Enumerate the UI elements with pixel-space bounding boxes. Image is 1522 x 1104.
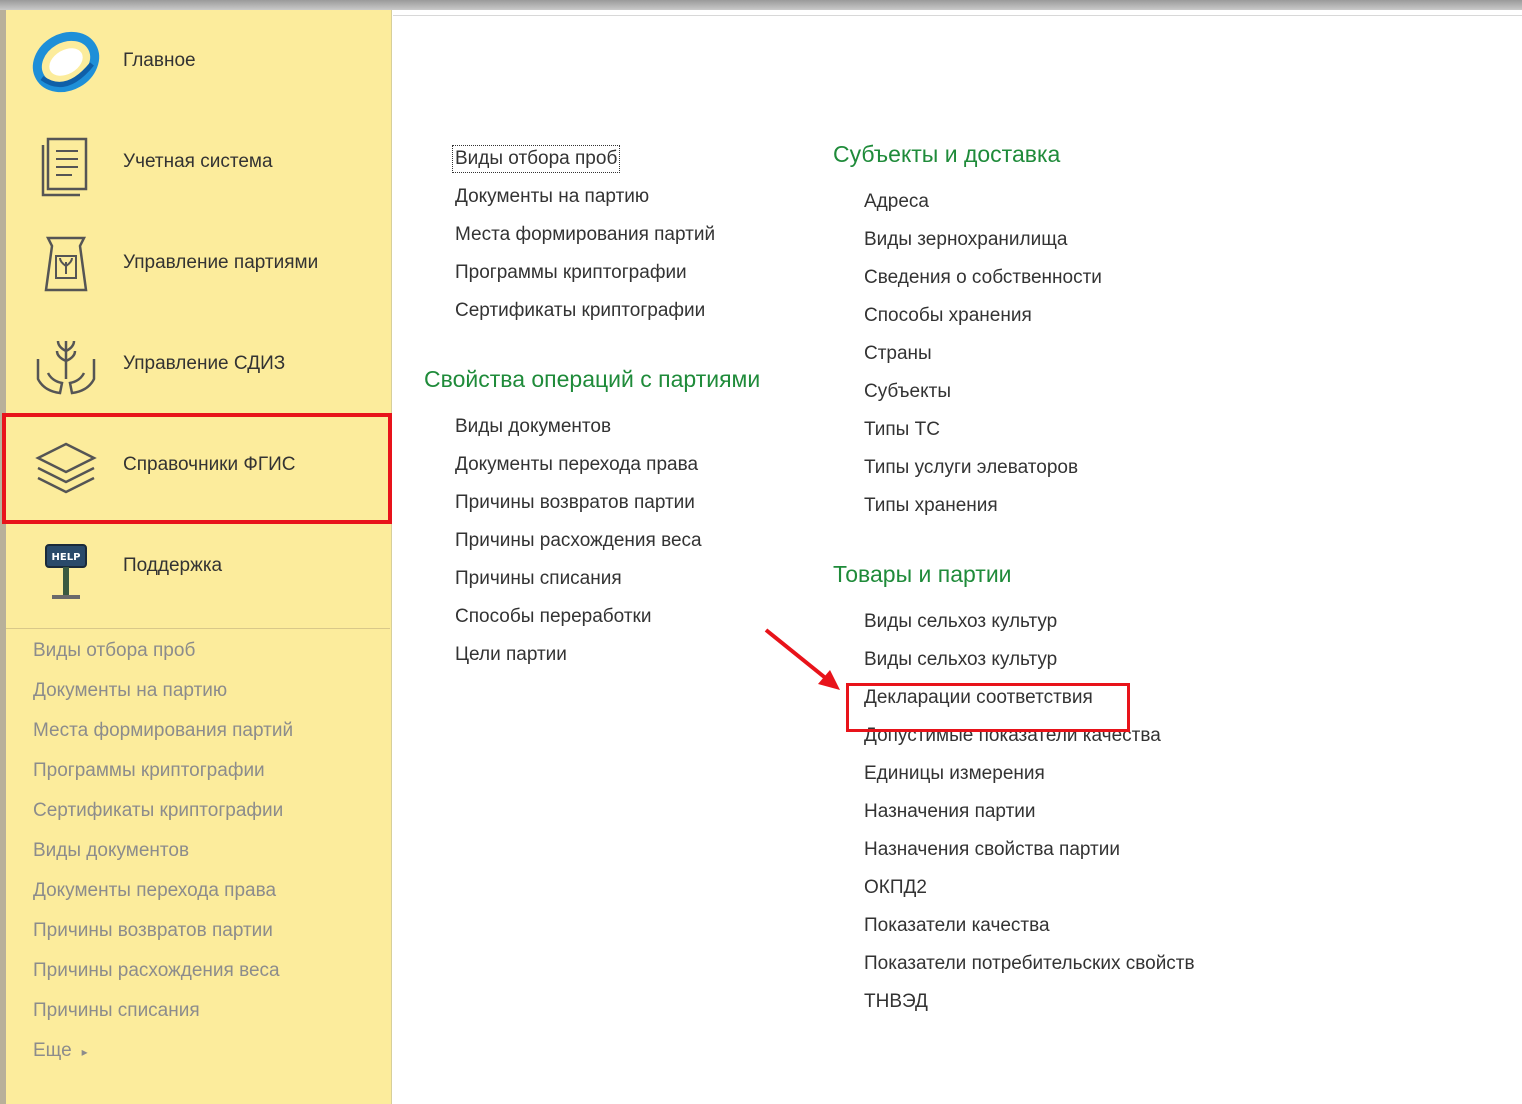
sidebar-link[interactable]: Документы перехода права	[33, 880, 276, 902]
ref-link[interactable]: Назначения свойства партии	[864, 839, 1120, 861]
ref-link[interactable]: Документы на партию	[455, 186, 649, 208]
pointer-arrow-icon	[764, 628, 840, 690]
ref-link[interactable]: Виды зернохранилища	[864, 229, 1067, 251]
ref-link[interactable]: Показатели качества	[864, 915, 1050, 937]
ref-link[interactable]: Единицы измерения	[864, 763, 1045, 785]
app-logo-icon	[32, 31, 100, 93]
section-support[interactable]: HELP Поддержка	[6, 515, 390, 616]
ref-link[interactable]: Страны	[864, 343, 932, 365]
ref-link[interactable]: Причины возвратов партии	[455, 492, 695, 514]
ref-link[interactable]: ОКПД2	[864, 877, 927, 899]
group-title-subjects: Субъекты и доставка	[833, 141, 1061, 167]
group-title-goods: Товары и партии	[833, 561, 1012, 587]
section-sdiz[interactable]: Управление СДИЗ	[6, 313, 390, 414]
group-title-operations: Свойства операций с партиями	[424, 366, 761, 392]
hands-plant-icon	[36, 340, 96, 395]
ref-link[interactable]: Программы криптографии	[455, 262, 687, 284]
more-link[interactable]: Еще ▸	[33, 1040, 88, 1062]
ref-link[interactable]: Типы ТС	[864, 419, 940, 441]
window-top-bar	[0, 0, 1522, 10]
triangle-right-icon: ▸	[81, 1045, 88, 1059]
section-label: Управление СДИЗ	[123, 353, 286, 374]
ref-link[interactable]: Цели партии	[455, 644, 567, 666]
ref-link[interactable]: Показатели потребительских свойств	[864, 953, 1195, 975]
highlight-declarations	[846, 683, 1130, 732]
sidebar-link[interactable]: Программы криптографии	[33, 760, 265, 782]
sidebar-divider	[6, 628, 390, 629]
ref-link[interactable]: Типы хранения	[864, 495, 998, 517]
sidebar-link[interactable]: Причины списания	[33, 1000, 200, 1022]
section-label: Главное	[123, 50, 196, 71]
ref-link[interactable]: Виды отбора проб	[451, 145, 621, 173]
ref-link[interactable]: Виды документов	[455, 416, 611, 438]
ref-link[interactable]: Причины расхождения веса	[455, 530, 702, 552]
svg-text:HELP: HELP	[52, 552, 81, 563]
top-divider	[393, 15, 1522, 16]
sidebar-link[interactable]: Места формирования партий	[33, 720, 293, 742]
ref-link[interactable]: Причины списания	[455, 568, 622, 590]
section-label: Поддержка	[123, 555, 223, 576]
ref-link[interactable]: ТНВЭД	[864, 991, 928, 1013]
more-label: Еще	[33, 1040, 72, 1061]
sidebar-link[interactable]: Документы на партию	[33, 680, 227, 702]
ref-link[interactable]: Документы перехода права	[455, 454, 698, 476]
ref-link[interactable]: Адреса	[864, 191, 929, 213]
section-label: Управление партиями	[123, 252, 319, 273]
ref-link[interactable]: Места формирования партий	[455, 224, 715, 246]
section-main[interactable]: Главное	[6, 10, 390, 111]
ref-link[interactable]: Сведения о собственности	[864, 267, 1102, 289]
sidebar-link[interactable]: Виды отбора проб	[33, 640, 195, 662]
seed-bag-icon	[44, 236, 88, 292]
ref-link[interactable]: Виды сельхоз культур	[864, 649, 1057, 671]
section-label: Учетная система	[123, 151, 273, 172]
ref-link[interactable]: Способы переработки	[455, 606, 651, 628]
sidebar-link[interactable]: Виды документов	[33, 840, 189, 862]
sidebar-link[interactable]: Причины возвратов партии	[33, 920, 273, 942]
ref-link[interactable]: Субъекты	[864, 381, 951, 403]
ref-link[interactable]: Сертификаты криптографии	[455, 300, 705, 322]
sidebar-link[interactable]: Причины расхождения веса	[33, 960, 280, 982]
ref-link[interactable]: Виды сельхоз культур	[864, 611, 1057, 633]
ref-link[interactable]: Типы услуги элеваторов	[864, 457, 1078, 479]
document-list-icon	[41, 137, 88, 197]
sections-panel: Главное Учетная система Управление парти…	[0, 10, 392, 1104]
highlight-fgis-references	[2, 413, 392, 524]
ref-link[interactable]: Способы хранения	[864, 305, 1032, 327]
ref-link[interactable]: Назначения партии	[864, 801, 1036, 823]
help-sign-icon: HELP	[45, 544, 87, 599]
sidebar-left-edge	[0, 10, 6, 1104]
sidebar-link[interactable]: Сертификаты криптографии	[33, 800, 283, 822]
section-batches[interactable]: Управление партиями	[6, 212, 390, 313]
section-accounting[interactable]: Учетная система	[6, 111, 390, 212]
